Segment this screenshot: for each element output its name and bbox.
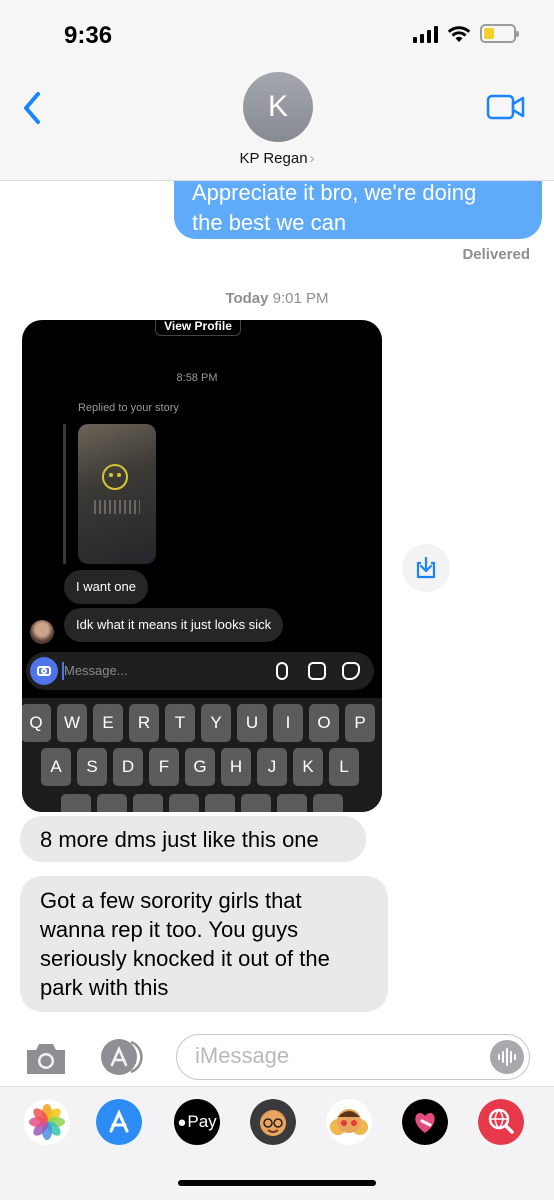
key: I: [273, 704, 303, 742]
key: R: [129, 704, 159, 742]
delivery-status: Delivered: [462, 246, 530, 263]
imessage-input-field[interactable]: [176, 1034, 530, 1080]
photos-icon[interactable]: [24, 1099, 70, 1145]
key: H: [221, 748, 251, 786]
key: [277, 794, 307, 812]
keyboard: Q W E R T Y U I O P A S D F G H J K L: [22, 698, 382, 812]
status-icons: [413, 24, 519, 43]
key: E: [93, 704, 123, 742]
keyboard-row: Q W E R T Y U I O P: [22, 704, 378, 742]
sender-avatar: [30, 620, 54, 644]
audio-message-icon[interactable]: [490, 1040, 524, 1074]
conversation-header: 9:36 K KP Regan ›: [0, 0, 554, 181]
cellular-signal-icon: [413, 25, 438, 43]
message-text-line: the best we can: [192, 210, 347, 235]
key: [133, 794, 163, 812]
key: S: [77, 748, 107, 786]
apple-logo-icon: ●: [177, 1113, 187, 1131]
digital-touch-icon[interactable]: [402, 1099, 448, 1145]
key: [313, 794, 343, 812]
reply-indicator-line: [63, 424, 66, 564]
key: [97, 794, 127, 812]
key: Y: [201, 704, 231, 742]
photo-icon: [308, 662, 326, 680]
timestamp-time: 9:01 PM: [272, 290, 329, 307]
camera-icon: [30, 657, 58, 685]
view-profile-button: View Profile: [155, 320, 241, 336]
apple-pay-icon[interactable]: ● Pay: [174, 1099, 220, 1145]
key: [61, 794, 91, 812]
wifi-icon: [447, 25, 471, 42]
dm-timestamp: 8:58 PM: [176, 372, 218, 384]
key: D: [113, 748, 143, 786]
keyboard-row: [22, 794, 382, 812]
memoji-icon[interactable]: [250, 1099, 296, 1145]
home-indicator[interactable]: [178, 1180, 376, 1186]
screenshot-image-message[interactable]: View Profile 8:58 PM Replied to your sto…: [22, 320, 382, 812]
back-chevron-icon[interactable]: [18, 88, 48, 128]
key: J: [257, 748, 287, 786]
key: T: [165, 704, 195, 742]
conversation-timestamp: Today 9:01 PM: [0, 290, 554, 307]
facetime-video-icon[interactable]: [486, 93, 526, 121]
microphone-icon: [276, 662, 288, 680]
keyboard-row: A S D F G H J K L: [22, 748, 380, 786]
key: G: [185, 748, 215, 786]
web-search-icon[interactable]: [478, 1099, 524, 1145]
camera-icon[interactable]: [24, 1040, 68, 1076]
sticker-icon: [342, 662, 360, 680]
incoming-message-bubble[interactable]: 8 more dms just like this one: [20, 816, 366, 862]
key: [241, 794, 271, 812]
message-text-line: Appreciate it bro, we're doing: [192, 180, 477, 205]
timestamp-day: Today: [225, 290, 269, 307]
key: Q: [22, 704, 51, 742]
app-store-icon[interactable]: [98, 1036, 150, 1078]
chevron-right-icon: ›: [309, 150, 315, 167]
key: P: [345, 704, 375, 742]
contact-name[interactable]: KP Regan ›: [0, 150, 554, 167]
story-thumbnail: [78, 424, 156, 564]
key: O: [309, 704, 339, 742]
dm-bubble: I want one: [64, 570, 148, 604]
incoming-message-bubble[interactable]: Got a few sorority girls that wanna rep …: [20, 876, 388, 1012]
dm-bubble: Idk what it means it just looks sick: [64, 608, 284, 642]
key: [169, 794, 199, 812]
contact-avatar[interactable]: K: [243, 72, 313, 142]
apple-pay-label: Pay: [187, 1112, 217, 1131]
key: [205, 794, 235, 812]
app-store-icon[interactable]: [96, 1099, 142, 1145]
key: K: [293, 748, 323, 786]
key: L: [329, 748, 359, 786]
battery-icon: [480, 24, 519, 43]
status-time: 9:36: [64, 22, 113, 49]
key: U: [237, 704, 267, 742]
replied-to-story-label: Replied to your story: [78, 402, 179, 414]
dm-input-placeholder: Message...: [64, 663, 128, 678]
memoji-stickers-icon[interactable]: [326, 1099, 372, 1145]
dm-message-input: Message...: [26, 652, 374, 690]
key: A: [41, 748, 71, 786]
save-download-icon[interactable]: [402, 544, 450, 592]
key: W: [57, 704, 87, 742]
imessage-text-input[interactable]: [177, 1035, 457, 1077]
smiley-graphic: [102, 464, 128, 490]
key: F: [149, 748, 179, 786]
contact-name-label: KP Regan: [239, 150, 308, 167]
shirt-print-graphic: [94, 500, 140, 514]
